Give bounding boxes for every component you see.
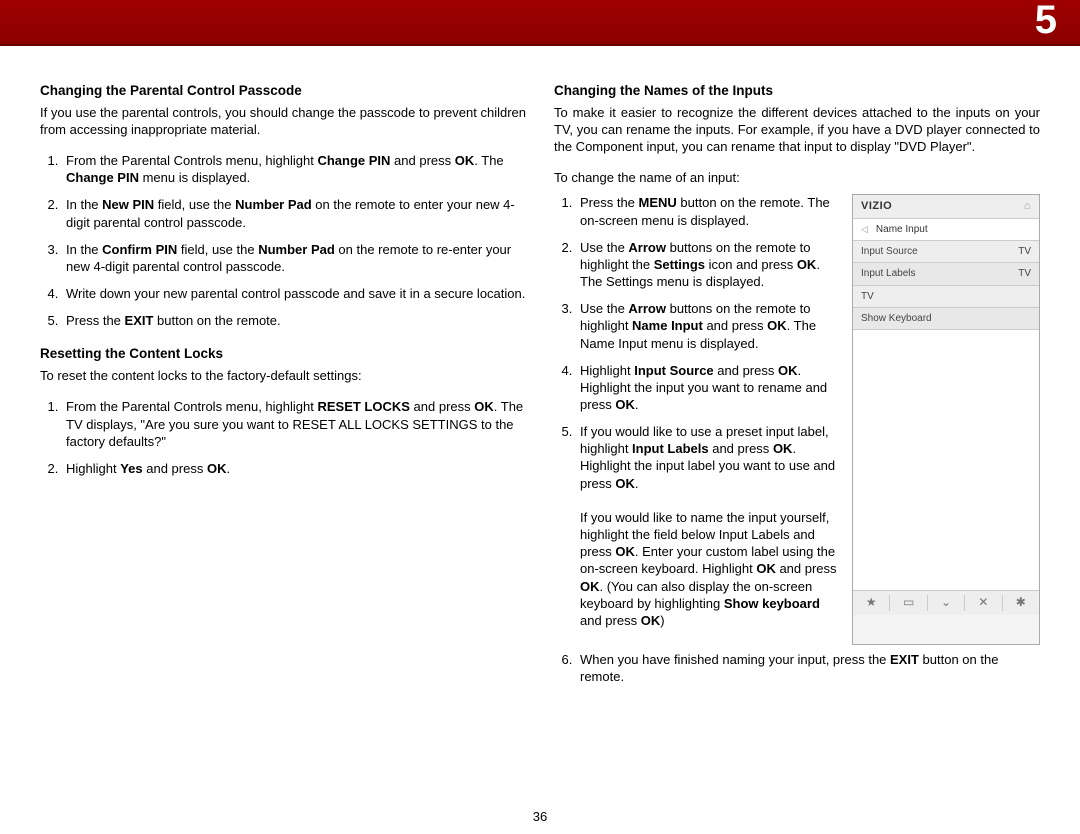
osd-panel: VIZIO ⌂ ◁ Name Input Input Source TV Inp… [852,194,1040,645]
wide-icon: ▭ [890,595,927,611]
osd-row-label: Input Labels [861,267,916,280]
step: From the Parental Controls menu, highlig… [62,398,526,449]
section-heading: Changing the Parental Control Passcode [40,82,526,100]
section-heading: Resetting the Content Locks [40,345,526,363]
steps-container: Press the MENU button on the remote. The… [554,194,838,645]
osd-blank-area [853,330,1039,590]
osd-row-label: Input Source [861,245,918,258]
section-intro: To reset the content locks to the factor… [40,367,526,384]
osd-menu-title: ◁ Name Input [853,219,1039,241]
steps-and-panel: Press the MENU button on the remote. The… [554,194,1040,645]
section-heading: Changing the Names of the Inputs [554,82,1040,100]
section-intro: To make it easier to recognize the diffe… [554,104,1040,155]
osd-row-value: TV [1018,245,1031,258]
page-body: Changing the Parental Control Passcode I… [0,46,1080,711]
passcode-steps: From the Parental Controls menu, highlig… [62,152,526,329]
home-icon: ⌂ [1024,199,1031,214]
osd-footer: ★ ▭ ⌄ ✕ ✱ [853,590,1039,615]
step: When you have finished naming your input… [576,651,1040,685]
step: Highlight Yes and press OK. [62,460,526,477]
osd-row: TV [853,286,1039,308]
step: In the Confirm PIN field, use the Number… [62,241,526,275]
chapter-number: 5 [1035,0,1058,43]
v-icon: ⌄ [928,595,965,611]
step: Use the Arrow buttons on the remote to h… [576,239,838,290]
star-icon: ★ [853,595,890,611]
osd-brand-row: VIZIO ⌂ [853,195,1039,219]
osd-row: Input Labels TV [853,263,1039,285]
step: If you would like to use a preset input … [576,423,838,629]
step: In the New PIN field, use the Number Pad… [62,196,526,230]
right-column: Changing the Names of the Inputs To make… [554,82,1040,701]
x-icon: ✕ [965,595,1002,611]
step: Press the EXIT button on the remote. [62,312,526,329]
brand-logo: VIZIO [861,199,892,214]
osd-title-text: Name Input [876,223,928,236]
step: Press the MENU button on the remote. The… [576,194,838,228]
reset-steps: From the Parental Controls menu, highlig… [62,398,526,477]
step: Write down your new parental control pas… [62,285,526,302]
step: Highlight Input Source and press OK. Hig… [576,362,838,413]
input-name-steps: Press the MENU button on the remote. The… [576,194,838,629]
left-column: Changing the Parental Control Passcode I… [40,82,526,701]
back-arrow-icon: ◁ [861,224,868,236]
step: Use the Arrow buttons on the remote to h… [576,300,838,351]
section-intro: If you use the parental controls, you sh… [40,104,526,138]
input-name-steps-cont: When you have finished naming your input… [576,651,1040,685]
osd-row: Show Keyboard [853,308,1039,330]
page-number: 36 [0,809,1080,824]
osd-row: Input Source TV [853,241,1039,263]
osd-row-label: TV [861,290,874,303]
section-lead: To change the name of an input: [554,169,1040,186]
chapter-header-bar: 5 [0,0,1080,46]
osd-row-value: TV [1018,267,1031,280]
gear-icon: ✱ [1003,595,1039,611]
osd-row-label: Show Keyboard [861,312,932,325]
step: From the Parental Controls menu, highlig… [62,152,526,186]
